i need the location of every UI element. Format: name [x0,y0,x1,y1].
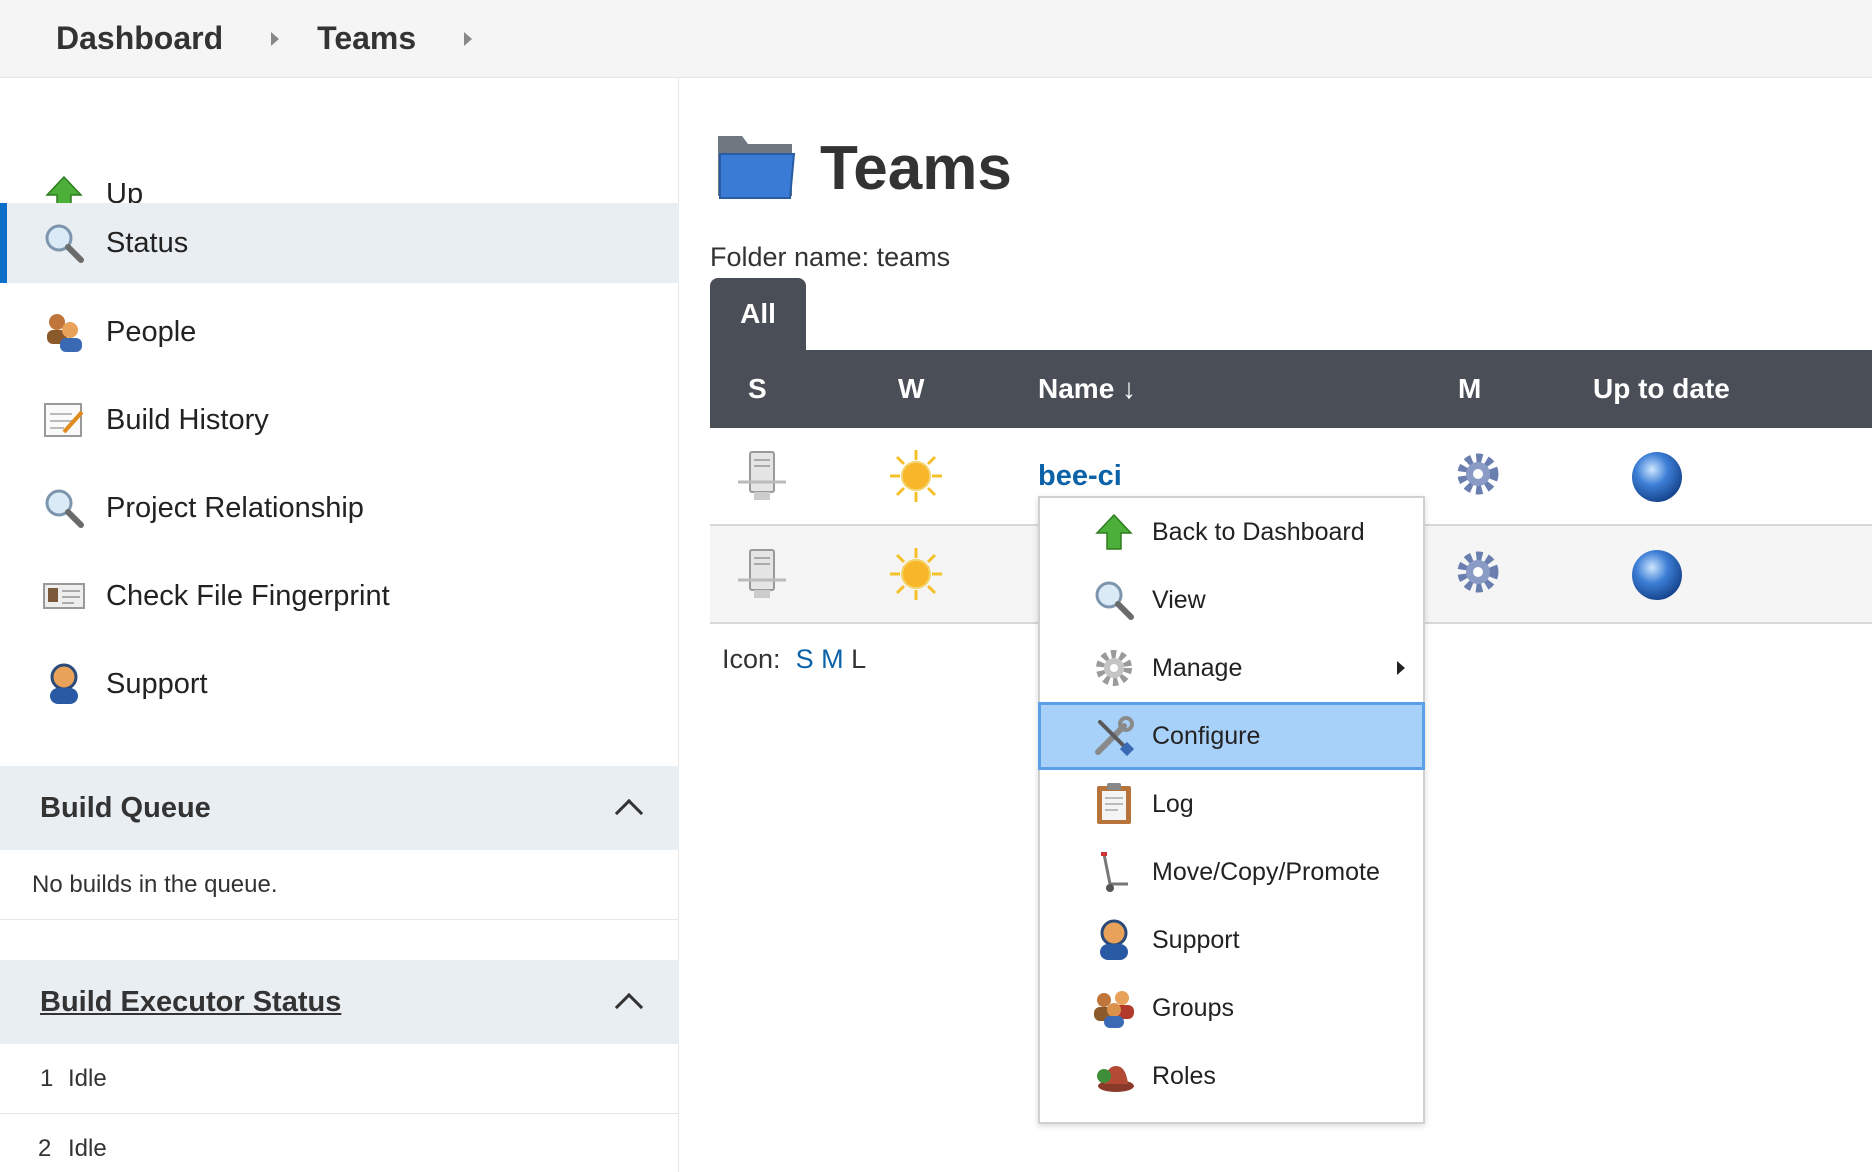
sidebar-item-label: Build History [106,403,269,436]
menu-item-groups[interactable]: Groups [1040,974,1423,1042]
collapse-chevron-icon[interactable] [614,798,644,828]
menu-item-back-to-dashboard[interactable]: Back to Dashboard [1040,498,1423,566]
menu-item-view[interactable]: View [1040,566,1423,634]
menu-item-roles[interactable]: Roles [1040,1042,1423,1110]
executor-status: Idle [68,1064,107,1092]
sidebar-item-check-file-fingerprint[interactable]: Check File Fingerprint [0,556,679,636]
gear-icon [1092,646,1136,690]
page-header: Teams [714,128,1012,209]
build-queue-header[interactable]: Build Queue [0,766,679,850]
fingerprint-card-icon [42,574,86,618]
icon-size-selector: Icon: S M L [722,644,866,675]
menu-item-log[interactable]: Log [1040,770,1423,838]
menu-item-label: Log [1152,789,1194,818]
sidebar-item-label: Check File Fingerprint [106,579,390,612]
breadcrumb: Dashboard Teams [0,0,1872,78]
sidebar-item-status[interactable]: Status [0,203,679,283]
wrench-screwdriver-icon [1092,714,1136,758]
menu-item-label: Manage [1152,653,1243,682]
build-executor-header[interactable]: Build Executor Status [0,960,679,1044]
menu-item-label: Groups [1152,993,1234,1022]
column-header-m[interactable]: M [1458,373,1481,405]
sidebar-item-support[interactable]: Support [0,644,679,724]
hand-truck-icon [1092,850,1136,894]
job-link-bee-ci[interactable]: bee-ci [1038,460,1122,493]
sunny-weather-icon [888,546,944,607]
clipboard-icon [1092,782,1136,826]
people-icon [42,310,86,354]
executor-number: 1 [40,1064,54,1092]
column-header-name[interactable]: Name ↓ [1038,373,1136,405]
hat-icon [1092,1054,1136,1098]
groups-icon [1092,986,1136,1030]
support-person-icon [1092,918,1136,962]
magnifier-icon [1092,578,1136,622]
server-status-icon [736,546,788,607]
notepad-icon [42,398,86,442]
gear-icon[interactable] [1452,546,1504,603]
sidebar-item-label: People [106,315,197,348]
menu-item-label: View [1152,585,1206,614]
sidebar: Up Status People Build History Project R… [0,78,679,1172]
menu-item-manage[interactable]: Manage [1040,634,1423,702]
menu-item-label: Roles [1152,1061,1216,1090]
menu-item-label: Back to Dashboard [1152,517,1365,546]
icon-size-m[interactable]: M [821,644,844,674]
sidebar-item-build-history[interactable]: Build History [0,380,679,460]
up-arrow-icon [1092,510,1136,554]
blue-ball-icon [1630,450,1684,509]
menu-item-label: Configure [1152,721,1261,750]
breadcrumb-teams[interactable]: Teams [317,20,416,57]
menu-item-support[interactable]: Support [1040,906,1423,974]
icon-size-label: Icon: [722,644,781,674]
breadcrumb-dashboard[interactable]: Dashboard [56,20,223,57]
context-menu: Back to Dashboard View Manage Configure … [1038,496,1425,1124]
icon-size-s[interactable]: S [796,644,814,674]
collapse-chevron-icon[interactable] [614,992,644,1022]
executor-row: 2 Idle [0,1114,679,1172]
support-person-icon [42,662,86,706]
column-header-status[interactable]: S [748,373,767,405]
menu-item-configure[interactable]: Configure [1038,702,1425,770]
column-header-weather[interactable]: W [898,373,924,405]
column-header-name-label: Name [1038,373,1115,404]
build-queue-title: Build Queue [40,791,211,824]
build-executor-title[interactable]: Build Executor Status [40,986,341,1019]
menu-item-move-copy-promote[interactable]: Move/Copy/Promote [1040,838,1423,906]
executor-number: 2 [38,1135,52,1162]
executor-row: 1 Idle [0,1044,679,1114]
build-queue-empty-text: No builds in the queue. [0,850,679,920]
folder-name-text: Folder name: teams [710,242,951,272]
magnifier-icon [42,221,86,265]
breadcrumb-separator-icon[interactable] [271,31,280,46]
sidebar-item-label: Support [106,667,208,700]
blue-ball-icon [1630,548,1684,607]
sidebar-item-project-relationship[interactable]: Project Relationship [0,468,679,548]
sidebar-item-label: Project Relationship [106,491,364,524]
executor-status: Idle [68,1135,107,1162]
magnifier-icon [42,486,86,530]
page-title: Teams [820,134,1012,203]
sunny-weather-icon [888,448,944,509]
sort-down-arrow-icon: ↓ [1122,373,1137,404]
breadcrumb-separator-icon[interactable] [464,31,473,46]
menu-item-label: Move/Copy/Promote [1152,857,1380,886]
server-status-icon [736,448,788,509]
table-header: S W Name ↓ M Up to date [710,350,1872,428]
gear-icon[interactable] [1452,448,1504,505]
tab-all[interactable]: All [710,278,806,350]
icon-size-l: L [851,644,867,674]
sidebar-item-label: Status [106,226,189,259]
sidebar-item-people[interactable]: People [0,292,679,372]
folder-icon [714,128,798,209]
column-header-up-to-date[interactable]: Up to date [1593,373,1730,405]
submenu-arrow-icon [1397,661,1405,675]
menu-item-label: Support [1152,925,1240,954]
